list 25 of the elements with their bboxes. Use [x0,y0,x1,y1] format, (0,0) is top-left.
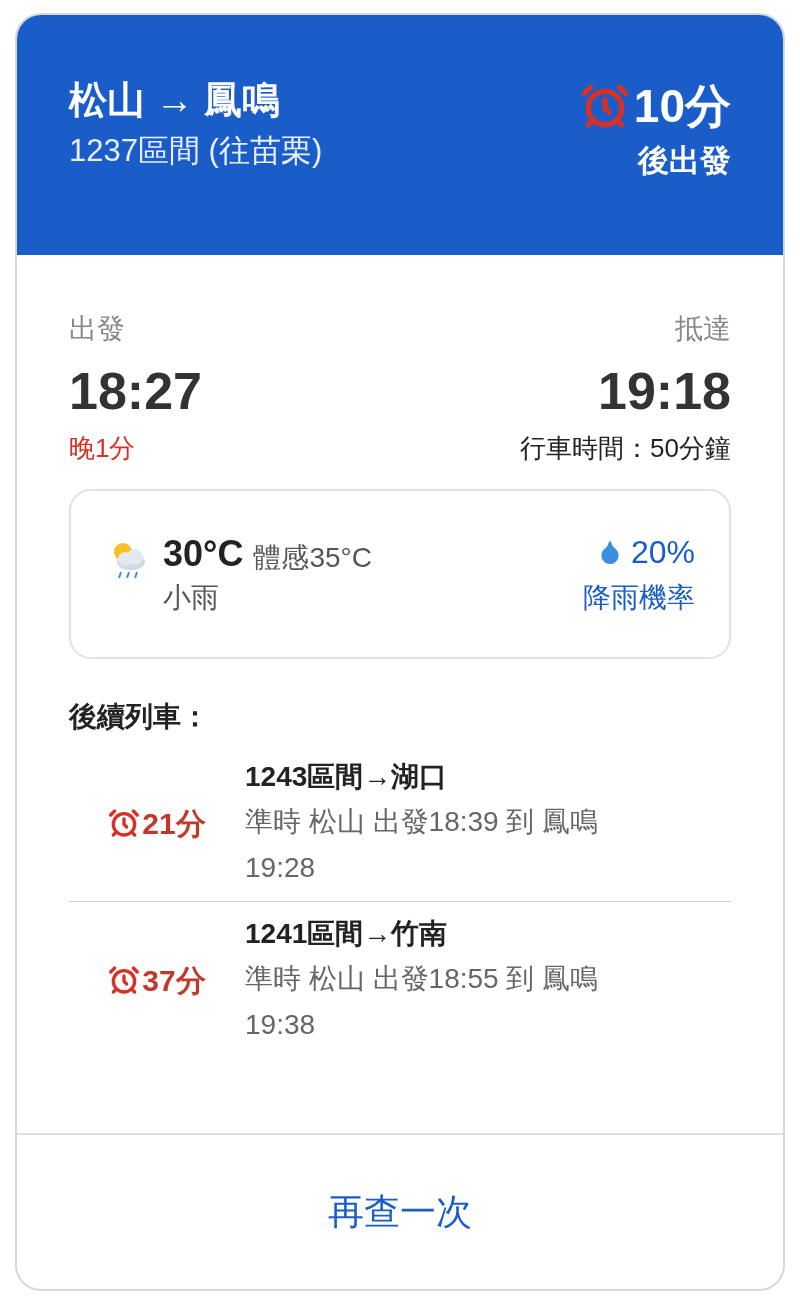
train-name: 1243區間→湖口 [245,760,449,794]
alarm-clock-icon [108,964,141,996]
train-detail: 準時 松山 出發18:39 到 鳳鳴 19:28 [245,805,600,885]
train-countdown: 21分 [142,805,206,842]
train-name: 1241區間→竹南 [245,917,449,951]
departure-label: 出發 [69,315,126,343]
delay-text: 晚1分 [69,435,137,461]
weather-condition: 小雨 [163,584,220,612]
route-title: 松山 → 鳳鳴 [69,81,282,119]
train-name: 1237區間 (往苗栗) [69,135,323,166]
arrival-label: 抵達 [675,315,731,343]
countdown: 10分 [633,83,731,129]
train-countdown: 37分 [142,962,206,999]
rain-chance: 20% [630,536,695,568]
travel-duration: 行車時間：50分鐘 [520,435,731,461]
departure-time: 18:27 [69,365,202,417]
feels-like: 體感35°C [253,544,372,572]
rain-chance-label: 降雨機率 [583,584,695,612]
alarm-clock-icon [108,807,141,839]
next-trains-title: 後續列車： [69,703,210,731]
countdown-label: 後出發 [638,145,731,176]
search-again-button[interactable]: 再查一次 [312,1177,488,1247]
arrival-time: 19:18 [598,365,731,417]
temperature: 30°C [163,536,244,572]
train-detail: 準時 松山 出發18:55 到 鳳鳴 19:38 [245,962,600,1042]
